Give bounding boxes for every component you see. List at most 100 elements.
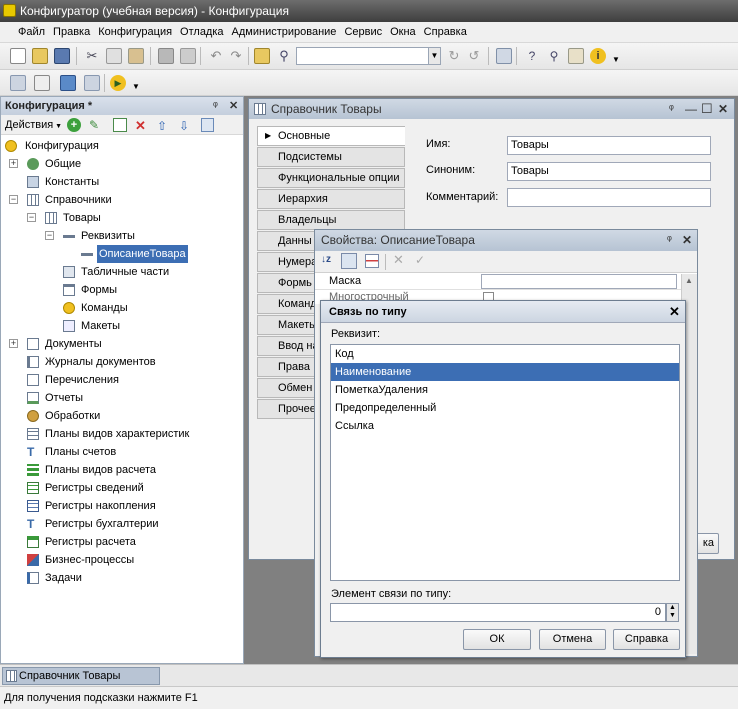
name-field[interactable]: Товары — [507, 136, 711, 155]
table-icon[interactable] — [84, 75, 100, 91]
tab-hierarchy[interactable]: Иерархия — [257, 189, 405, 209]
expand-icon[interactable]: + — [9, 339, 18, 348]
info-icon[interactable]: i — [590, 48, 606, 64]
save-icon[interactable] — [54, 48, 70, 64]
collapse-icon[interactable]: − — [9, 195, 18, 204]
sort-alpha-icon[interactable]: ↓z — [321, 254, 331, 265]
redo-icon[interactable]: ↷ — [228, 48, 244, 64]
find-next-icon[interactable]: ↻ — [446, 48, 462, 64]
enumerations-icon — [27, 374, 39, 386]
filter-icon[interactable] — [365, 254, 379, 268]
clear-icon[interactable]: ✕ — [393, 252, 404, 268]
menu-service[interactable]: Сервис — [340, 22, 386, 42]
app-icon — [3, 4, 16, 17]
open-folder-icon[interactable] — [32, 48, 48, 64]
maximize-icon[interactable]: ☐ — [701, 99, 713, 119]
find-previous-icon[interactable]: ↺ — [466, 48, 482, 64]
cancel-button[interactable]: Отмена — [539, 629, 606, 650]
new-document-icon[interactable] — [10, 48, 26, 64]
print-icon[interactable] — [158, 48, 174, 64]
link-element-spinner[interactable]: ▲ ▼ — [666, 603, 679, 622]
menu-configuration[interactable]: Конфигурация — [94, 22, 176, 42]
close-icon[interactable]: ✕ — [669, 301, 680, 323]
apply-icon[interactable]: ✓ — [415, 253, 425, 267]
toolbar-more-chevron-down-icon[interactable]: ▼ — [608, 48, 624, 64]
close-icon[interactable]: ✕ — [682, 230, 692, 251]
help-search-icon[interactable]: ⚲ — [546, 48, 562, 64]
menu-administration[interactable]: Администрирование — [228, 22, 341, 42]
menu-edit[interactable]: Правка — [49, 22, 94, 42]
configuration-actions-bar: Действия ▼ + ✎ ✕ ⇧ ⇩ — [1, 115, 243, 135]
property-row-mask[interactable]: Маска — [315, 273, 697, 290]
categories-icon[interactable] — [341, 253, 357, 269]
help-button[interactable]: Справка — [613, 629, 680, 650]
tab-functional-options[interactable]: Функциональные опции — [257, 168, 405, 188]
spin-up-icon[interactable]: ▲ — [669, 604, 676, 611]
comment-field[interactable] — [507, 188, 711, 207]
collapse-icon[interactable]: − — [45, 231, 54, 240]
move-down-icon[interactable]: ⇩ — [179, 116, 189, 136]
list-item-code[interactable]: Код — [331, 345, 679, 363]
scroll-up-icon[interactable]: ▲ — [685, 276, 693, 285]
tab-owners[interactable]: Владельцы — [257, 210, 405, 230]
menu-debug[interactable]: Отладка — [176, 22, 227, 42]
minimize-icon[interactable]: — — [685, 99, 697, 119]
list-item-deletion-mark[interactable]: ПометкаУдаления — [331, 381, 679, 399]
list-item-ref[interactable]: Ссылка — [331, 417, 679, 435]
find-in-files-icon[interactable] — [254, 48, 270, 64]
catalog-editor-title: Справочник Товары — [271, 102, 382, 116]
help-topic-icon[interactable]: ? — [524, 48, 540, 64]
run-more-chevron-down-icon[interactable]: ▼ — [128, 75, 144, 91]
link-element-field[interactable]: 0 — [330, 603, 666, 622]
chart-of-accounts-icon: Т — [27, 445, 35, 459]
undo-icon[interactable]: ↶ — [208, 48, 224, 64]
property-value-mask[interactable] — [481, 274, 677, 289]
business-processes-icon — [27, 554, 39, 566]
synonym-field[interactable]: Товары — [507, 162, 711, 181]
compare-icon[interactable] — [34, 75, 50, 91]
close-icon[interactable]: ✕ — [229, 97, 238, 115]
run-debug-icon[interactable]: ▶ — [110, 75, 126, 91]
menu-file[interactable]: Файл — [14, 22, 49, 42]
tab-subsystems[interactable]: Подсистемы — [257, 147, 405, 167]
edit-pencil-icon[interactable]: ✎ — [89, 118, 99, 132]
windows-icon[interactable] — [496, 48, 512, 64]
tab-main[interactable]: ▶ Основные — [257, 126, 405, 146]
cut-icon[interactable]: ✂ — [84, 48, 100, 64]
paste-icon[interactable] — [128, 48, 144, 64]
pin-icon[interactable]: ᵠ — [667, 230, 672, 251]
search-dropdown-chevron-down-icon[interactable]: ▼ — [428, 47, 441, 65]
window-title-bar: Конфигуратор (учебная версия) - Конфигур… — [0, 0, 738, 22]
help-contents-icon[interactable] — [568, 48, 584, 64]
list-item-predefined[interactable]: Предопределенный — [331, 399, 679, 417]
search-icon[interactable]: ⚲ — [276, 48, 292, 64]
attributes-icon — [63, 235, 75, 238]
move-up-icon[interactable]: ⇧ — [157, 116, 167, 136]
taskbar-item-catalog-goods[interactable]: Справочник Товары — [2, 667, 160, 685]
spin-down-icon[interactable]: ▼ — [669, 612, 676, 619]
database-update-icon[interactable] — [60, 75, 76, 91]
add-icon[interactable]: + — [67, 118, 81, 132]
ok-button[interactable]: ОК — [463, 629, 531, 650]
actions-menu[interactable]: Действия — [5, 119, 53, 131]
expand-icon[interactable]: + — [9, 159, 18, 168]
close-icon[interactable]: ✕ — [718, 99, 728, 119]
list-item-name-selected[interactable]: Наименование — [331, 363, 679, 381]
collapse-icon[interactable]: − — [27, 213, 36, 222]
copy-object-icon[interactable] — [113, 118, 127, 132]
menu-windows[interactable]: Окна — [386, 22, 420, 42]
copy-icon[interactable] — [106, 48, 122, 64]
search-input[interactable] — [296, 47, 430, 65]
delete-icon[interactable]: ✕ — [135, 116, 146, 136]
pin-icon[interactable]: ᵠ — [213, 97, 218, 115]
attribute-list[interactable]: Код Наименование ПометкаУдаления Предопр… — [330, 344, 680, 581]
pin-icon[interactable]: ᵠ — [669, 99, 674, 119]
sort-icon[interactable] — [201, 118, 214, 132]
chart-of-characteristic-types-icon — [27, 428, 39, 440]
catalog-icon — [6, 670, 17, 682]
actions-chevron-down-icon[interactable]: ▼ — [53, 123, 62, 130]
print-preview-icon[interactable] — [180, 48, 196, 64]
synonym-label: Синоним: — [426, 164, 476, 176]
menu-help[interactable]: Справка — [420, 22, 471, 42]
config-open-icon[interactable] — [10, 75, 26, 91]
